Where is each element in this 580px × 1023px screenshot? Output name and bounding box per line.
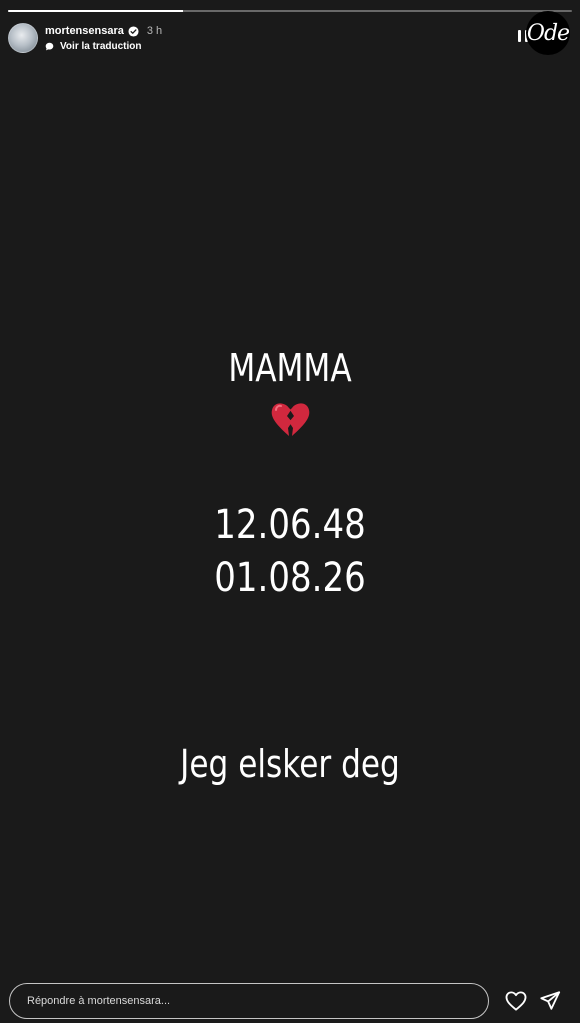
paper-plane-icon[interactable]	[539, 990, 561, 1012]
brand-logo: Ode	[526, 11, 570, 55]
username-link[interactable]: mortensensara	[45, 25, 124, 37]
broken-heart-icon	[0, 398, 580, 447]
brand-logo-text: Ode	[526, 20, 570, 46]
heart-outline-icon[interactable]	[505, 991, 527, 1011]
reply-input[interactable]: Répondre à mortensensara...	[9, 983, 489, 1019]
story-header: mortensensara 3 h Voir la traduction	[8, 20, 572, 56]
story-progress-bar	[8, 10, 572, 12]
translate-label[interactable]: Voir la traduction	[60, 41, 142, 52]
avatar[interactable]	[8, 23, 38, 53]
story-timestamp: 3 h	[146, 25, 163, 37]
story-viewer: mortensensara 3 h Voir la traduction Ode…	[0, 0, 580, 1023]
death-date: 01.08.26	[214, 555, 366, 601]
user-info: mortensensara 3 h Voir la traduction	[45, 23, 162, 53]
story-title: MAMMA	[228, 346, 352, 390]
verified-badge-icon	[128, 25, 139, 37]
story-progress-fill	[8, 10, 183, 12]
birth-date: 12.06.48	[214, 502, 366, 548]
speech-bubble-icon	[45, 42, 54, 50]
translate-button[interactable]: Voir la traduction	[45, 39, 162, 53]
story-message: Jeg elsker deg	[180, 742, 400, 786]
reply-placeholder: Répondre à mortensensara...	[27, 995, 171, 1007]
